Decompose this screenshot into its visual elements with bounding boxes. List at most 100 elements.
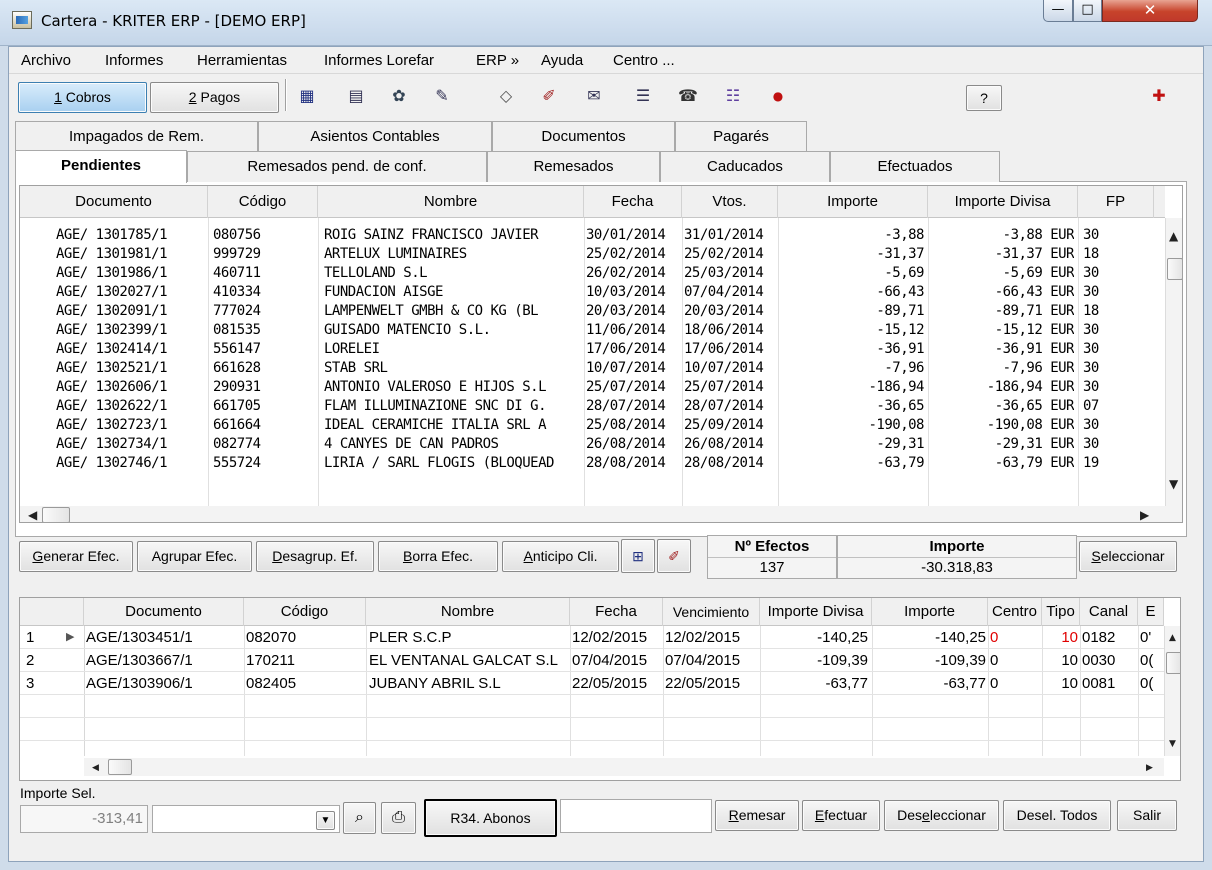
table-row[interactable]: AGE/ 1302399/1 081535 GUISADO MATENCIO S.L… (20, 321, 1165, 340)
list-icon[interactable]: ☰ (634, 87, 652, 105)
printer-icon[interactable]: ⎙ (381, 802, 416, 834)
table-row[interactable]: AGE/ 1302606/1 290931 ANTONIO VALEROSO E H… (20, 378, 1165, 397)
desagrup-ef-button[interactable]: Desagrup. Ef. (256, 541, 374, 572)
table-row[interactable]: AGE/ 1302091/1 777024 LAMPENWELT GMBH & CO… (20, 302, 1165, 321)
col2-centro[interactable]: Centro (988, 598, 1042, 626)
filter-combo[interactable]: ▼ (152, 805, 340, 833)
scroll-left-icon[interactable]: ◀ (92, 762, 99, 774)
col-nombre[interactable]: Nombre (318, 186, 584, 218)
hscroll-thumb[interactable] (108, 759, 132, 775)
checklist-icon[interactable]: ☷ (724, 87, 742, 105)
importe-sel-field[interactable]: -313,41 (20, 805, 148, 833)
phone-icon[interactable]: ☎ (678, 87, 698, 105)
efectuar-button[interactable]: Efectuar (802, 800, 880, 831)
col2-importe[interactable]: Importe (872, 598, 988, 626)
table-row[interactable]: AGE/ 1302414/1 556147 LORELEI 17/06/2014 17/… (20, 340, 1165, 359)
tab-asientos[interactable]: Asientos Contables (258, 121, 492, 152)
tab-pagares[interactable]: Pagarés (675, 121, 807, 152)
tools-icon[interactable]: ✿ (390, 87, 408, 105)
tab-efectuados[interactable]: Efectuados (830, 151, 1000, 182)
col-fp[interactable]: FP (1078, 186, 1154, 218)
table-row[interactable]: AGE/ 1302521/1 661628 STAB SRL 10/07/2014 10… (20, 359, 1165, 378)
bird-icon[interactable]: ● (769, 87, 787, 105)
close-button[interactable]: ✕ (1102, 0, 1198, 22)
calculator-icon[interactable]: ▦ (298, 87, 316, 105)
pendientes-vscroll[interactable]: ▲ ▼ (1165, 218, 1182, 506)
calendar-icon[interactable]: ▤ (347, 87, 365, 105)
vscroll-thumb[interactable] (1167, 258, 1182, 280)
menu-archivo[interactable]: Archivo (21, 52, 71, 69)
scroll-down-icon[interactable]: ▼ (1169, 478, 1178, 490)
lifebuoy-icon[interactable]: ✚ (1150, 87, 1168, 105)
col-importe[interactable]: Importe (778, 186, 928, 218)
col-fecha[interactable]: Fecha (584, 186, 682, 218)
tab-remesados-pend[interactable]: Remesados pend. de conf. (187, 151, 487, 182)
scroll-left-icon[interactable]: ◀ (28, 509, 37, 521)
anticipo-cli-button[interactable]: Anticipo Cli. (502, 541, 619, 572)
marker-icon[interactable]: ✐ (540, 87, 558, 105)
scroll-up-icon[interactable]: ▲ (1169, 632, 1176, 644)
selected-hscroll[interactable]: ◀ ▶ (84, 758, 1164, 776)
deseleccionar-button[interactable]: Deseleccionar (884, 800, 999, 831)
generar-efec-button[interactable]: Generar Efec. (19, 541, 133, 572)
seleccionar-button[interactable]: Seleccionar (1079, 541, 1177, 572)
scroll-right-icon[interactable]: ▶ (1146, 762, 1153, 774)
preview-search-icon[interactable]: ⌕ (343, 802, 376, 834)
eraser-icon[interactable]: ◇ (497, 87, 515, 105)
table-row[interactable]: 3 AGE/1303906/1 082405 JUBANY ABRIL S.L … (20, 672, 1164, 695)
scroll-up-icon[interactable]: ▲ (1169, 230, 1178, 242)
menu-ayuda[interactable]: Ayuda (541, 52, 583, 69)
r34-abonos-button[interactable]: R34. Abonos (424, 799, 557, 837)
col-documento[interactable]: Documento (20, 186, 208, 218)
scroll-down-icon[interactable]: ▼ (1169, 738, 1176, 750)
borra-efec-button[interactable]: Borra Efec. (378, 541, 498, 572)
table-row[interactable]: AGE/ 1301785/1 080756 ROIG SAINZ FRANCISCO… (20, 226, 1165, 245)
edit-note-icon[interactable]: ✎ (433, 87, 451, 105)
table-row[interactable]: AGE/ 1301981/1 999729 ARTELUX LUMINAIRES 25… (20, 245, 1165, 264)
col-importe-divisa[interactable]: Importe Divisa (928, 186, 1078, 218)
vscroll-thumb[interactable] (1166, 652, 1180, 674)
phonebook-icon[interactable]: ✉ (585, 87, 603, 105)
cobros-button[interactable]: 1 Cobros (18, 82, 147, 113)
chevron-down-icon[interactable]: ▼ (316, 811, 335, 830)
menu-informes[interactable]: Informes (105, 52, 163, 69)
table-row[interactable]: AGE/ 1302734/1 082774 4 CANYES DE CAN PADR… (20, 435, 1165, 454)
col2-fecha[interactable]: Fecha (570, 598, 663, 626)
minimize-button[interactable]: — (1043, 0, 1073, 22)
menu-herramientas[interactable]: Herramientas (197, 52, 287, 69)
tab-impagados[interactable]: Impagados de Rem. (15, 121, 258, 152)
maximize-button[interactable]: □ (1073, 0, 1102, 22)
col2-e[interactable]: E (1138, 598, 1164, 626)
help-button[interactable]: ? (966, 85, 1002, 111)
col-codigo[interactable]: Código (208, 186, 318, 218)
selected-vscroll[interactable]: ▲ ▼ (1164, 626, 1180, 756)
table-row[interactable]: 1 ▶ AGE/1303451/1 082070 PLER S.C.P 12/0… (20, 626, 1164, 649)
agrupar-efec-button[interactable]: Agrupar Efec. (137, 541, 252, 572)
col-vtos[interactable]: Vtos. (682, 186, 778, 218)
tab-pendientes[interactable]: Pendientes (15, 150, 187, 183)
menu-centro[interactable]: Centro ... (613, 52, 675, 69)
table-row[interactable]: AGE/ 1302746/1 555724 LIRIA / SARL FLOGIS … (20, 454, 1165, 473)
table-row[interactable]: AGE/ 1302723/1 661664 IDEAL CERAMICHE ITAL… (20, 416, 1165, 435)
table-row[interactable]: 2 AGE/1303667/1 170211 EL VENTANAL GALCA… (20, 649, 1164, 672)
col2-documento[interactable]: Documento (84, 598, 244, 626)
col2-canal[interactable]: Canal (1080, 598, 1138, 626)
pendientes-hscroll[interactable]: ◀ ▶ (20, 506, 1182, 522)
col2-nombre[interactable]: Nombre (366, 598, 570, 626)
menu-informes-lorefar[interactable]: Informes Lorefar (324, 52, 434, 69)
col2-codigo[interactable]: Código (244, 598, 366, 626)
desel-todos-button[interactable]: Desel. Todos (1003, 800, 1111, 831)
col2-vencimiento[interactable]: Vencimiento (663, 598, 760, 626)
scroll-right-icon[interactable]: ▶ (1140, 509, 1149, 521)
table-row[interactable]: AGE/ 1302027/1 410334 FUNDACION AISGE 10/03… (20, 283, 1165, 302)
tab-documentos[interactable]: Documentos (492, 121, 675, 152)
col2-importe-divisa[interactable]: Importe Divisa (760, 598, 872, 626)
marker-select-icon[interactable]: ✐ (657, 539, 691, 573)
tab-remesados[interactable]: Remesados (487, 151, 660, 182)
table-row[interactable]: AGE/ 1301986/1 460711 TELLOLAND S.L 26/02/2… (20, 264, 1165, 283)
pagos-button[interactable]: 2 Pagos (150, 82, 279, 113)
col2-tipo[interactable]: Tipo (1042, 598, 1080, 626)
tab-caducados[interactable]: Caducados (660, 151, 830, 182)
table-row[interactable]: AGE/ 1302622/1 661705 FLAM ILLUMINAZIONE S… (20, 397, 1165, 416)
salir-button[interactable]: Salir (1117, 800, 1177, 831)
